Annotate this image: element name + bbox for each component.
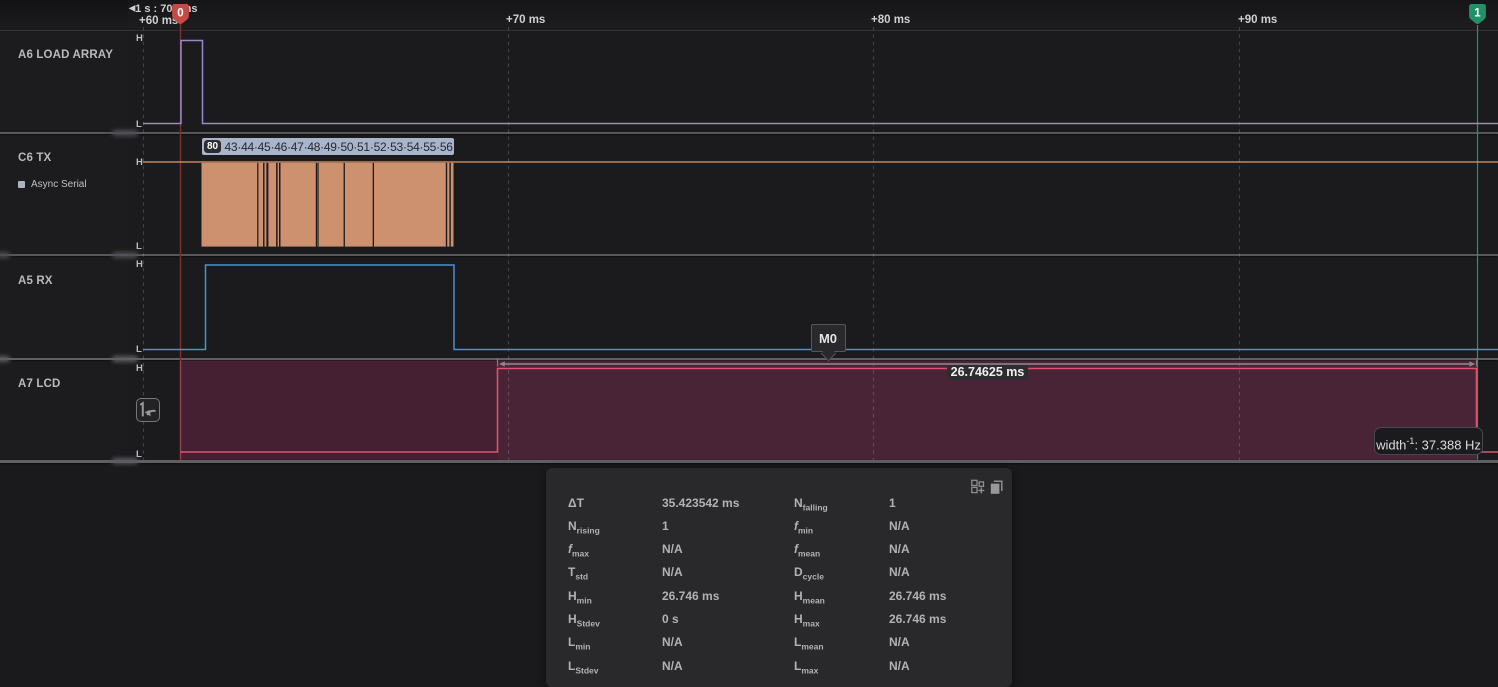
svg-text:0: 0 (177, 7, 183, 19)
svg-text:1: 1 (1474, 7, 1481, 19)
